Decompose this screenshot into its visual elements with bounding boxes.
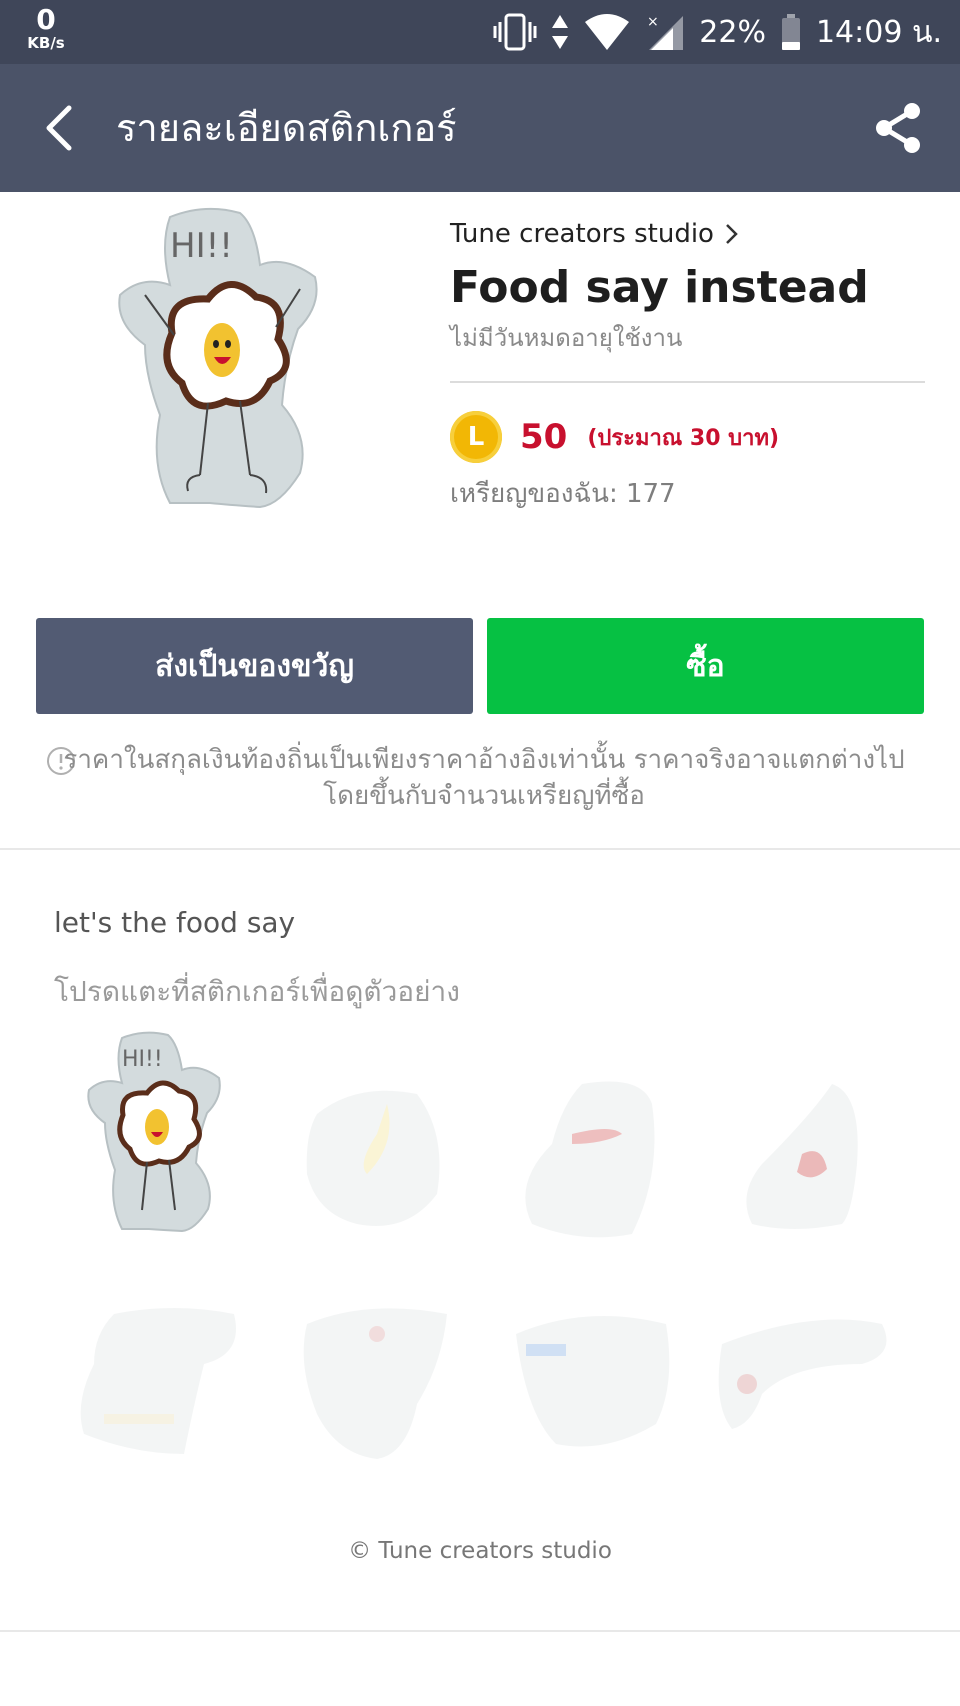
sticker-item[interactable]	[297, 1074, 497, 1294]
data-arrows-icon	[551, 12, 569, 52]
pack-description: let's the food say	[54, 906, 296, 939]
divider	[450, 381, 925, 383]
creator-link[interactable]: Tune creators studio	[450, 216, 925, 252]
creator-name: Tune creators studio	[450, 219, 714, 249]
copyright: © Tune creators studio	[348, 1538, 612, 1564]
expiry-text: ไม่มีวันหมดอายุใช้งาน	[450, 324, 683, 352]
share-button[interactable]	[870, 100, 926, 156]
buy-button[interactable]: ซื้อ	[487, 618, 924, 714]
page-title: รายละเอียดสติกเกอร์	[116, 106, 457, 150]
sticker-item[interactable]	[732, 1074, 932, 1294]
coin-icon: L	[450, 411, 502, 463]
sticker-item-text: HI!!	[122, 1047, 163, 1072]
cell-signal-icon: ×	[645, 12, 685, 52]
clock: 14:09 น.	[815, 14, 942, 50]
share-icon	[876, 103, 920, 153]
sticker-main-image: HI!!	[110, 205, 350, 535]
section-divider	[0, 1630, 960, 1632]
chevron-right-icon	[726, 224, 738, 244]
battery-icon	[780, 12, 802, 52]
sticker-item[interactable]	[506, 1304, 706, 1524]
wifi-icon	[583, 12, 631, 52]
price-approx: (ประมาณ 30 บาท)	[587, 425, 780, 451]
price-disclaimer: ราคาในสกุลเงินท้องถิ่นเป็นเพียงราคาอ้างอ…	[63, 745, 905, 811]
hero-sticker-text: HI!!	[170, 226, 233, 266]
sticker-info: Tune creators studio Food say instead ไม…	[450, 216, 925, 514]
gift-button[interactable]: ส่งเป็นของขวัญ	[36, 618, 473, 714]
sticker-item[interactable]	[297, 1304, 497, 1524]
status-bar: 0 KB/s × 22% 14:09 น.	[0, 0, 960, 64]
preview-hint: โปรดแตะที่สติกเกอร์เพื่อดูตัวอย่าง	[54, 975, 460, 1008]
sticker-item[interactable]: HI!!	[82, 1030, 282, 1250]
back-button[interactable]	[30, 100, 86, 156]
network-speed-unit: KB/s	[27, 34, 65, 52]
sticker-item[interactable]	[74, 1304, 274, 1524]
status-icons: × 22% 14:09 น.	[493, 0, 942, 64]
network-speed: 0 KB/s	[22, 6, 70, 51]
section-divider	[0, 848, 960, 850]
svg-text:×: ×	[647, 14, 659, 30]
vibrate-icon	[493, 12, 537, 52]
pack-title: Food say instead	[450, 262, 869, 313]
back-arrow-icon	[46, 105, 72, 151]
sticker-item[interactable]	[512, 1074, 712, 1294]
network-speed-value: 0	[36, 3, 56, 36]
app-header: รายละเอียดสติกเกอร์	[0, 64, 960, 192]
price-row: L 50 (ประมาณ 30 บาท)	[450, 409, 925, 465]
sticker-item[interactable]	[712, 1304, 912, 1524]
price-value: 50	[520, 417, 568, 457]
battery-percent: 22%	[699, 14, 766, 50]
coin-letter: L	[467, 422, 485, 452]
my-coins: เหรียญของฉัน: 177	[450, 479, 676, 509]
